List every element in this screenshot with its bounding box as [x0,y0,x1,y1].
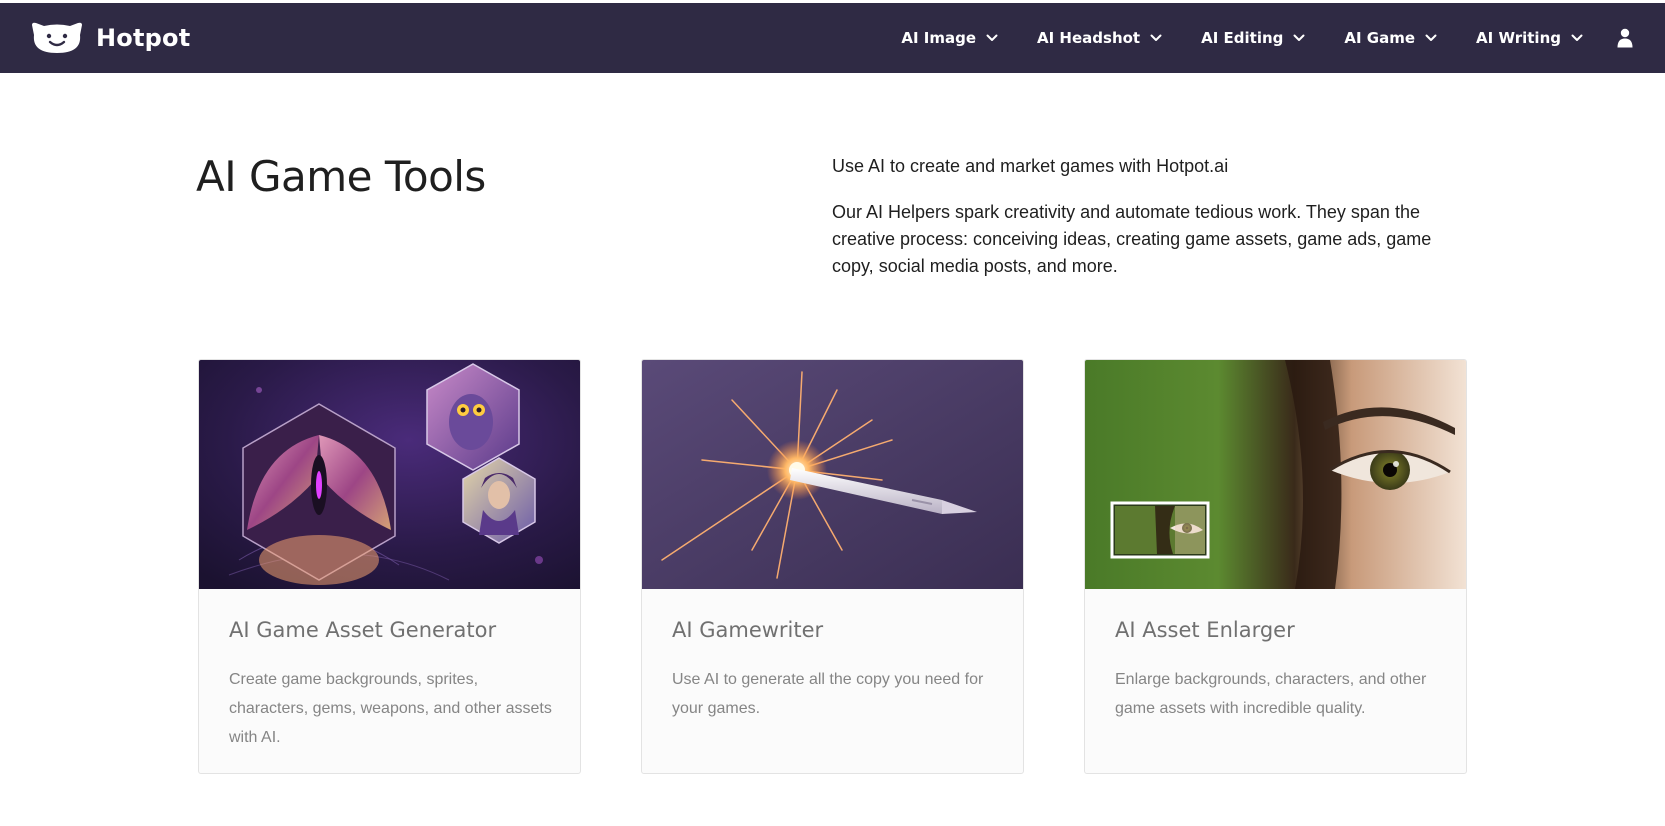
nav-ai-writing-label: AI Writing [1476,29,1561,47]
sparkling-pen-image [642,360,1023,589]
card-title: AI Gamewriter [672,618,824,642]
intro-lead: Use AI to create and market games with H… [832,156,1229,176]
card-ai-gamewriter[interactable]: AI Gamewriter Use AI to generate all the… [641,359,1024,774]
page-title: AI Game Tools [196,152,486,201]
nav-ai-image[interactable]: AI Image [901,29,998,47]
hotpot-logo-icon [32,22,82,53]
navbar: Hotpot AI Image AI Headshot AI Editing A… [0,3,1665,73]
intro-body: Our AI Helpers spark creativity and auto… [832,202,1432,276]
nav-ai-editing-label: AI Editing [1201,29,1284,47]
card-image-sparkling-pen [642,360,1023,589]
eye-closeup-image [1085,360,1466,589]
nav-ai-headshot[interactable]: AI Headshot [1037,29,1162,47]
chevron-down-icon [1150,34,1162,41]
account-button[interactable] [1617,27,1635,49]
brand-name: Hotpot [96,24,191,52]
card-title: AI Asset Enlarger [1115,618,1295,642]
chevron-down-icon [1293,34,1305,41]
card-description: Use AI to generate all the copy you need… [672,671,984,717]
card-ai-game-asset-generator[interactable]: AI Game Asset Generator Create game back… [198,359,581,774]
chevron-down-icon [1571,34,1583,41]
main-nav: AI Image AI Headshot AI Editing AI Game … [862,3,1635,73]
card-description: Enlarge backgrounds, characters, and oth… [1115,671,1427,717]
nav-ai-editing[interactable]: AI Editing [1201,29,1305,47]
card-title: AI Game Asset Generator [229,618,497,642]
card-ai-asset-enlarger[interactable]: AI Asset Enlarger Enlarge backgrounds, c… [1084,359,1467,774]
nav-ai-game[interactable]: AI Game [1344,29,1437,47]
chevron-down-icon [1425,34,1437,41]
card-image-fantasy-art [199,360,580,589]
nav-ai-game-label: AI Game [1344,29,1416,47]
user-icon [1617,28,1633,48]
brand-logo-link[interactable]: Hotpot [30,21,190,55]
card-image-eye-closeup [1085,360,1466,589]
intro-section: Use AI to create and market games with H… [832,154,1452,280]
tool-cards: AI Game Asset Generator Create game back… [198,359,1468,774]
fantasy-art-image [199,360,580,589]
nav-ai-image-label: AI Image [901,29,977,47]
chevron-down-icon [986,34,998,41]
card-description: Create game backgrounds, sprites, charac… [229,671,552,746]
nav-ai-headshot-label: AI Headshot [1037,29,1141,47]
nav-ai-writing[interactable]: AI Writing [1476,29,1583,47]
